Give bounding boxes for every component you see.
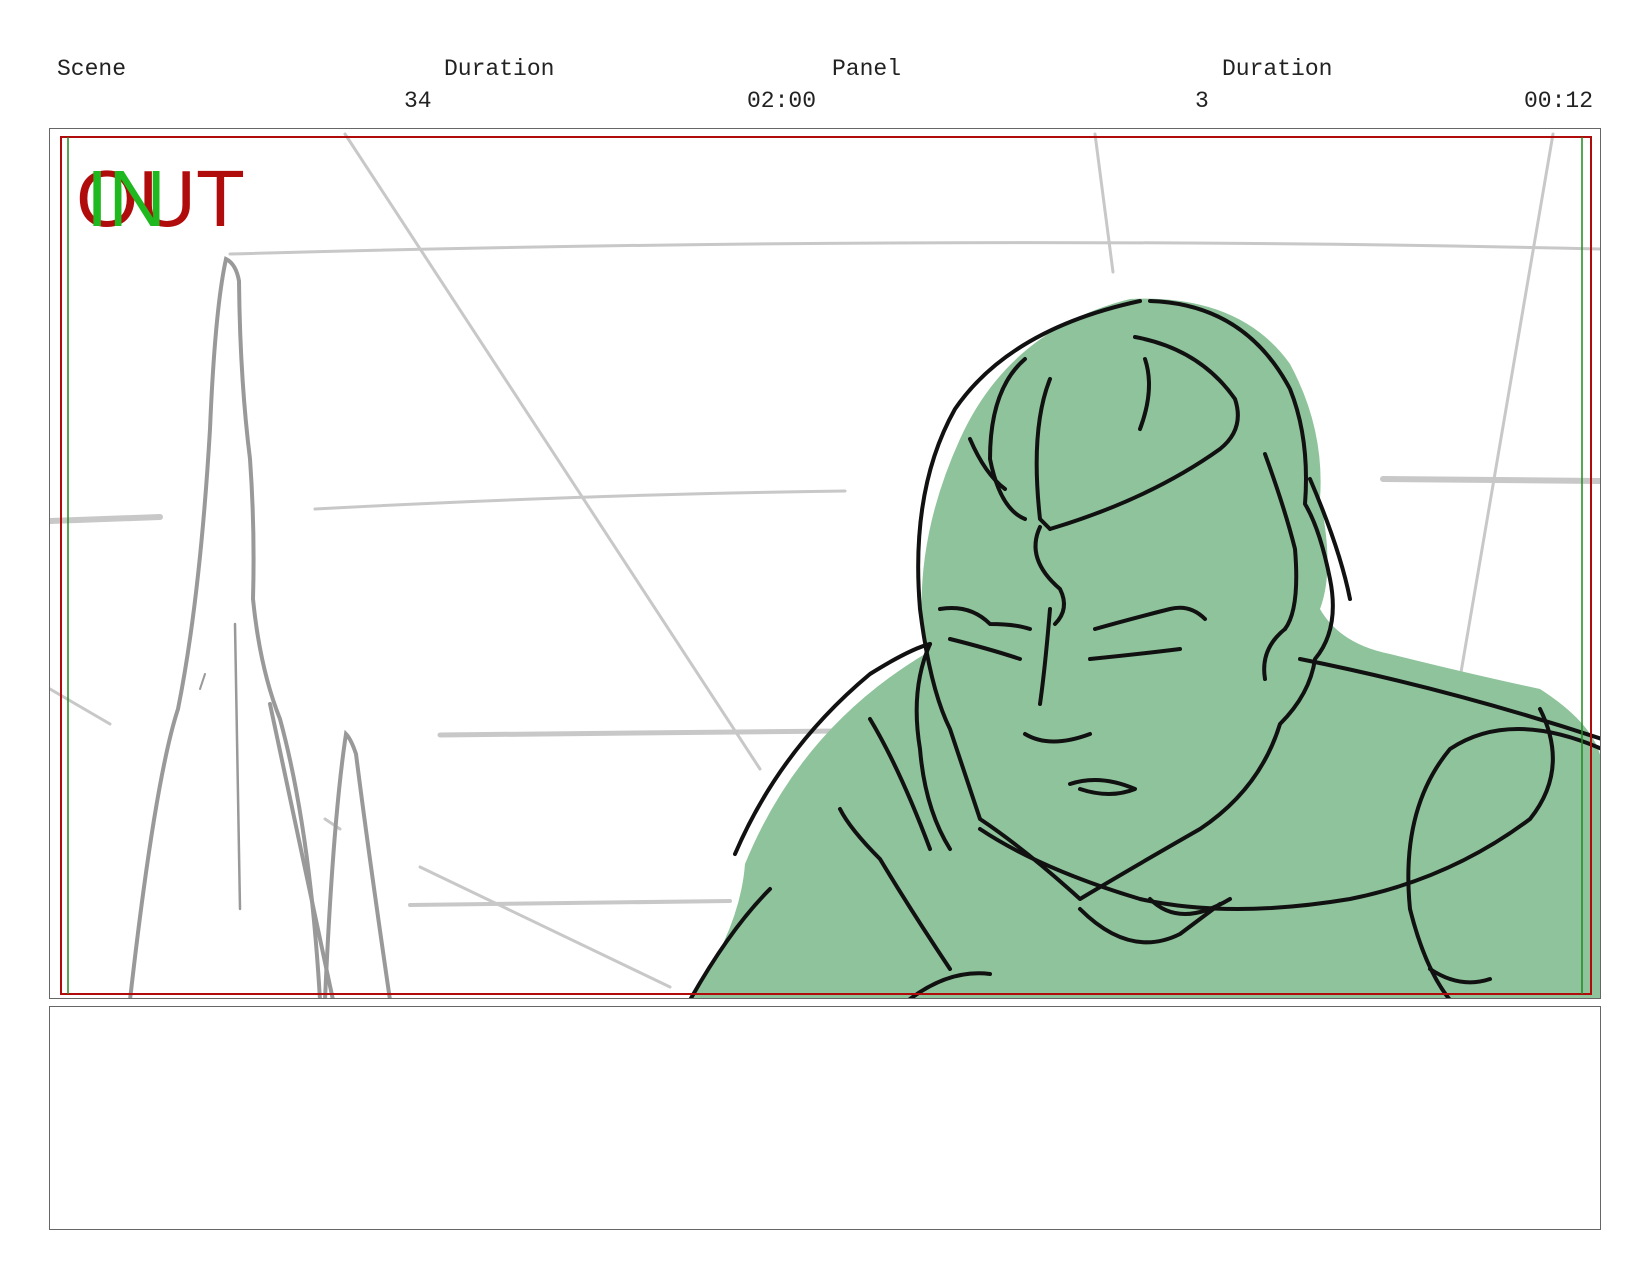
scene-label: Scene [57, 56, 127, 82]
panel-number: 3 [1195, 88, 1209, 114]
panel-notes-text [50, 1007, 1600, 1027]
panel-notes-box[interactable] [49, 1006, 1601, 1230]
storyboard-panel[interactable]: OUT IN [49, 128, 1601, 999]
rock-spires [128, 256, 392, 998]
scene-duration-label: Duration [444, 56, 555, 82]
panel-label: Panel [832, 56, 902, 82]
panel-duration-value: 00:12 [1524, 88, 1594, 114]
in-label: IN [86, 154, 166, 243]
panel-duration-label: Duration [1222, 56, 1333, 82]
panel-drawing [50, 132, 1600, 998]
in-out-marker: OUT IN [76, 159, 296, 239]
scene-duration-value: 02:00 [747, 88, 817, 114]
scene-number: 34 [404, 88, 432, 114]
